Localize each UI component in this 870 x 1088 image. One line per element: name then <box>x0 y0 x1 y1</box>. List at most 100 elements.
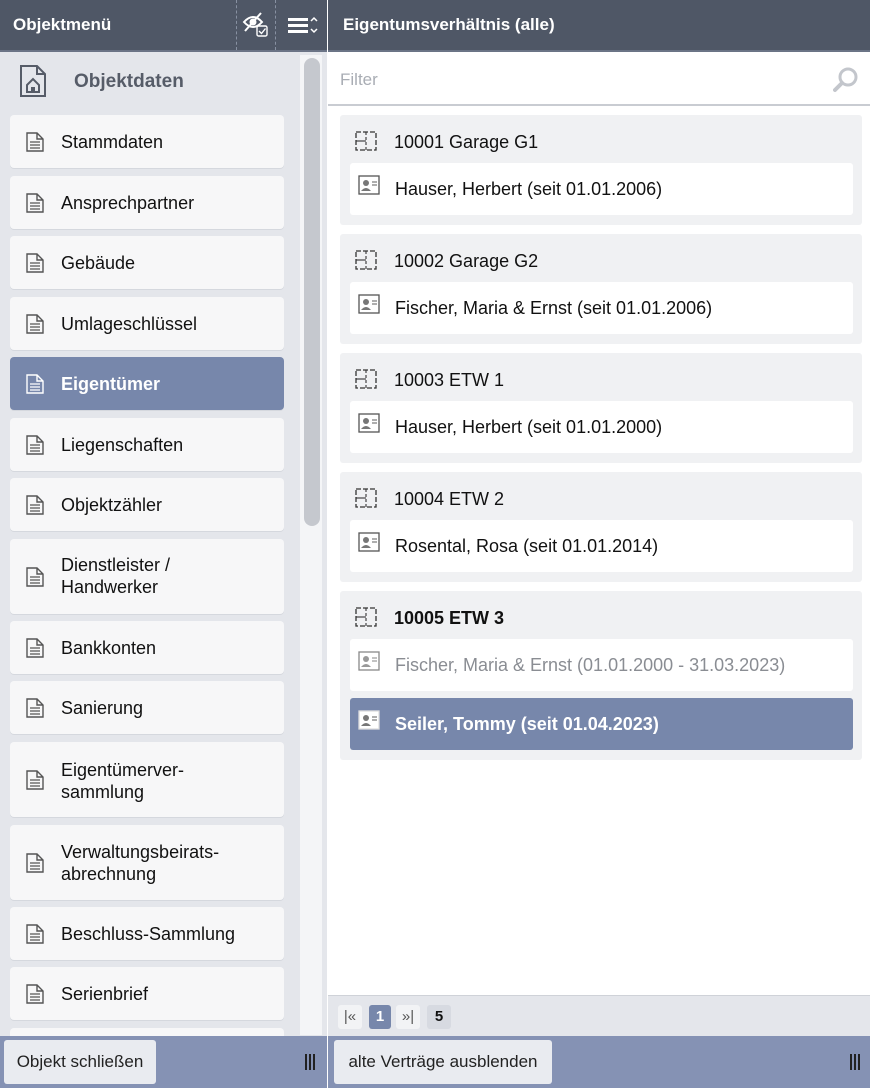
total-pages: 5 <box>427 1005 451 1029</box>
unit-group: 10003 ETW 1 Hauser, Herbert (seit 01.01.… <box>340 353 862 463</box>
menu-item-stammdaten[interactable]: Stammdaten <box>10 115 284 168</box>
document-icon <box>26 638 44 658</box>
owner-label: Fischer, Maria & Ernst (seit 01.01.2006) <box>395 298 713 318</box>
floorplan-icon <box>355 488 377 508</box>
menu-item-label: Objektzähler <box>61 495 163 515</box>
menu-item-label-line2: abrechnung <box>61 864 157 884</box>
menu-item-label: Bankkonten <box>61 638 157 658</box>
document-icon <box>26 924 44 944</box>
object-menu-panel: Objektmenü Objektdaten Stammdaten Anspre… <box>0 0 327 1088</box>
menu-item-bankkonten[interactable]: Bankkonten <box>10 621 284 674</box>
contact-card-icon <box>358 532 380 552</box>
search-icon[interactable] <box>833 67 859 93</box>
unit-label: 10003 ETW 1 <box>394 370 505 390</box>
pagination-bar: |« 1 »| 5 <box>328 995 870 1036</box>
menu-item-umlageschluessel[interactable]: Umlageschlüssel <box>10 297 284 350</box>
contact-card-icon <box>358 175 380 195</box>
unit-group: 10004 ETW 2 Rosental, Rosa (seit 01.01.2… <box>340 472 862 582</box>
close-object-button[interactable]: Objekt schließen <box>4 1040 156 1084</box>
floorplan-icon <box>355 250 377 270</box>
menu-item-liegenschaften[interactable]: Liegenschaften <box>10 418 284 471</box>
contact-card-icon <box>358 413 380 433</box>
menu-item-sanierung[interactable]: Sanierung <box>10 681 284 734</box>
menu-item-label: Serienbrief <box>61 984 149 1004</box>
filter-bar <box>328 54 870 106</box>
ownership-title: Eigentumsverhältnis (alle) <box>343 15 555 34</box>
owner-row[interactable]: Rosental, Rosa (seit 01.01.2014) <box>350 520 853 572</box>
unit-group: 10002 Garage G2 Fischer, Maria & Ernst (… <box>340 234 862 344</box>
menu-item-label: Gebäude <box>61 253 136 273</box>
unit-label: 10004 ETW 2 <box>394 489 505 509</box>
owner-row[interactable]: Hauser, Herbert (seit 01.01.2006) <box>350 163 853 215</box>
section-title: Objektdaten <box>74 71 184 92</box>
grip-icon[interactable] <box>303 1053 317 1071</box>
menu-item-partial <box>10 1028 284 1036</box>
menu-item-label: Eigentümer <box>61 374 161 394</box>
menu-item-objektzaehler[interactable]: Objektzähler <box>10 478 284 531</box>
document-icon <box>26 698 44 718</box>
hide-old-contracts-button[interactable]: alte Verträge ausblenden <box>334 1040 552 1084</box>
owner-row[interactable]: Hauser, Herbert (seit 01.01.2000) <box>350 401 853 453</box>
document-icon <box>26 374 44 394</box>
left-footer: Objekt schließen <box>0 1036 327 1088</box>
unit-label: 10001 Garage G1 <box>394 132 539 152</box>
menu-item-ansprechpartner[interactable]: Ansprechpartner <box>10 176 284 229</box>
current-page-indicator[interactable]: 1 <box>369 1005 391 1029</box>
first-page-button[interactable]: |« <box>338 1005 362 1029</box>
owner-row-selected[interactable]: Seiler, Tommy (seit 01.04.2023) <box>350 698 853 750</box>
floorplan-icon <box>355 131 377 151</box>
grip-icon[interactable] <box>848 1053 862 1071</box>
list-menu-icon <box>288 16 318 34</box>
unit-group: 10001 Garage G1 Hauser, Herbert (seit 01… <box>340 115 862 225</box>
unit-label: 10002 Garage G2 <box>394 251 539 271</box>
menu-item-dienstleister[interactable]: Dienstleister / Handwerker <box>10 539 284 614</box>
menu-item-label: Beschluss-Sammlung <box>61 924 236 944</box>
menu-scrollbar-thumb[interactable] <box>304 58 320 526</box>
owner-row[interactable]: Fischer, Maria & Ernst (seit 01.01.2006) <box>350 282 853 334</box>
house-document-icon <box>20 65 46 97</box>
document-icon <box>26 853 44 873</box>
last-page-button[interactable]: »| <box>396 1005 420 1029</box>
menu-item-label-line2: sammlung <box>61 782 145 802</box>
menu-item-label-line1: Verwaltungsbeirats- <box>61 842 220 862</box>
contact-card-icon <box>358 294 380 314</box>
menu-item-serienbrief[interactable]: Serienbrief <box>10 967 284 1020</box>
menu-item-eigentuemerversammlung[interactable]: Eigentümerver- sammlung <box>10 742 284 817</box>
menu-item-label-line1: Dienstleister / <box>61 555 171 575</box>
document-icon <box>26 495 44 515</box>
owner-row-former[interactable]: Fischer, Maria & Ernst (01.01.2000 - 31.… <box>350 639 853 691</box>
floorplan-icon <box>355 607 377 627</box>
document-icon <box>26 770 44 790</box>
object-menu-title: Objektmenü <box>13 15 112 34</box>
floorplan-icon <box>355 369 377 389</box>
menu-item-gebaeude[interactable]: Gebäude <box>10 236 284 289</box>
document-icon <box>26 567 44 587</box>
menu-item-label-line2: Handwerker <box>61 577 159 597</box>
contact-card-icon <box>358 710 380 730</box>
document-icon <box>26 314 44 334</box>
list-menu-button[interactable] <box>275 0 327 50</box>
object-menu-header: Objektmenü <box>0 0 327 52</box>
section-header-objektdaten: Objektdaten <box>10 58 295 106</box>
document-icon <box>26 435 44 455</box>
document-icon <box>26 132 44 152</box>
visibility-toggle-icon <box>242 12 268 37</box>
menu-item-label: Sanierung <box>61 698 144 718</box>
ownership-header: Eigentumsverhältnis (alle) <box>328 0 870 52</box>
visibility-toggle-button[interactable] <box>236 0 274 50</box>
unit-label: 10005 ETW 3 <box>394 608 505 628</box>
document-icon <box>26 984 44 1004</box>
owner-label: Hauser, Herbert (seit 01.01.2006) <box>395 179 663 199</box>
menu-item-label: Ansprechpartner <box>61 193 195 213</box>
owner-label: Rosental, Rosa (seit 01.01.2014) <box>395 536 659 556</box>
menu-item-label-line1: Eigentümerver- <box>61 760 185 780</box>
menu-item-eigentuemer[interactable]: Eigentümer <box>10 357 284 410</box>
right-footer: alte Verträge ausblenden <box>328 1036 870 1088</box>
menu-item-label: Liegenschaften <box>61 435 184 455</box>
filter-input[interactable] <box>340 66 820 94</box>
menu-item-beschluss-sammlung[interactable]: Beschluss-Sammlung <box>10 907 284 960</box>
document-icon <box>26 253 44 273</box>
menu-item-verwaltungsbeiratsabrechnung[interactable]: Verwaltungsbeirats- abrechnung <box>10 825 284 900</box>
ownership-panel: Eigentumsverhältnis (alle) 10001 Garage … <box>328 0 870 1088</box>
owner-label: Hauser, Herbert (seit 01.01.2000) <box>395 417 663 437</box>
